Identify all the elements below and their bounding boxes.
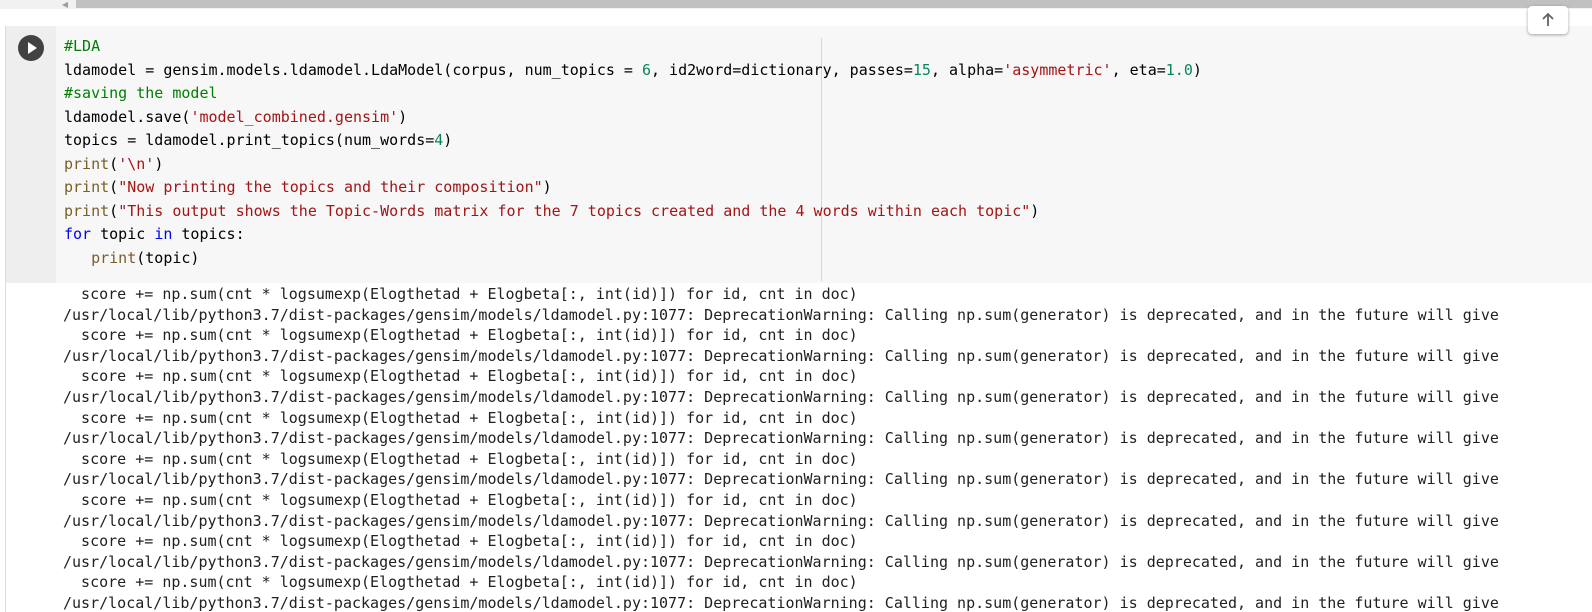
scrollbar-thumb[interactable] — [76, 0, 1592, 8]
cell-toolbar — [1528, 6, 1568, 34]
code-token: (topic) — [136, 248, 200, 267]
code-editor[interactable]: #LDA ldamodel = gensim.models.ldamodel.Ld… — [56, 26, 1592, 283]
code-line[interactable]: #saving the model — [64, 82, 1202, 106]
output-line: /usr/local/lib/python3.7/dist-packages/g… — [63, 552, 1499, 571]
output-line: score += np.sum(cnt * logsumexp(Elogthet… — [63, 490, 858, 509]
output-line: score += np.sum(cnt * logsumexp(Elogthet… — [63, 532, 858, 551]
code-content[interactable]: #LDA ldamodel = gensim.models.ldamodel.Ld… — [64, 35, 1202, 270]
code-line[interactable]: topics = ldamodel.print_topics(num_words… — [64, 129, 1202, 153]
horizontal-scrollbar[interactable]: ◀ — [0, 0, 1592, 9]
code-token: ) — [1030, 201, 1040, 220]
code-token: topic — [91, 225, 155, 243]
arrow-up-icon[interactable] — [1540, 12, 1556, 28]
code-line[interactable]: print("This output shows the Topic-Words… — [64, 200, 1202, 224]
output-line: score += np.sum(cnt * logsumexp(Elogthet… — [63, 326, 858, 345]
chevron-left-icon[interactable]: ◀ — [56, 0, 74, 9]
output-line: /usr/local/lib/python3.7/dist-packages/g… — [63, 387, 1499, 406]
output-line: score += np.sum(cnt * logsumexp(Elogthet… — [63, 408, 858, 427]
output-line: score += np.sum(cnt * logsumexp(Elogthet… — [63, 573, 858, 592]
code-token: ) — [398, 107, 408, 126]
code-line[interactable]: print(topic) — [64, 247, 1202, 271]
code-token: 4 — [434, 131, 444, 149]
code-token: ) — [542, 178, 552, 196]
notebook-page: ◀ #LDA ldamodel = gensim.models.ldamodel.… — [0, 0, 1592, 612]
output-line: score += np.sum(cnt * logsumexp(Elogthet… — [63, 285, 858, 303]
code-token: 'asymmetric' — [1003, 60, 1112, 79]
output-line: /usr/local/lib/python3.7/dist-packages/g… — [63, 429, 1499, 448]
code-token: "Now printing the topics and their compo… — [118, 178, 543, 196]
run-cell-button[interactable] — [18, 35, 44, 61]
output-text: score += np.sum(cnt * logsumexp(Elogthet… — [63, 284, 1499, 612]
output-line: /usr/local/lib/python3.7/dist-packages/g… — [63, 511, 1499, 530]
output-line: score += np.sum(cnt * logsumexp(Elogthet… — [63, 367, 858, 386]
code-line[interactable]: #LDA — [64, 35, 1202, 59]
code-token: 'model_combined.gensim' — [190, 107, 399, 126]
code-line[interactable]: ldamodel.save('model_combined.gensim') — [64, 106, 1202, 130]
code-cell[interactable]: #LDA ldamodel = gensim.models.ldamodel.Ld… — [5, 26, 1592, 612]
code-token: '\n' — [118, 154, 155, 173]
code-token: ) — [1192, 60, 1202, 79]
code-token: topics: — [172, 225, 245, 243]
code-token: 1.0 — [1165, 60, 1193, 79]
code-line[interactable]: print("Now printing the topics and their… — [64, 176, 1202, 200]
output-line: score += np.sum(cnt * logsumexp(Elogthet… — [63, 449, 858, 468]
code-token: print — [64, 154, 110, 173]
code-token: ) — [154, 154, 164, 173]
code-token: 6 — [641, 60, 651, 79]
cell-gutter — [6, 26, 56, 283]
output-line: /usr/local/lib/python3.7/dist-packages/g… — [63, 305, 1499, 324]
code-token: "This output shows the Topic-Words matri… — [118, 201, 1031, 220]
output-line: /usr/local/lib/python3.7/dist-packages/g… — [63, 470, 1499, 489]
code-token: print — [64, 201, 110, 220]
code-token: ) — [443, 131, 453, 149]
code-token: , eta= — [1111, 60, 1166, 79]
code-token: for — [64, 225, 92, 243]
code-token: topics = ldamodel.print_topics(num_words… — [64, 131, 435, 149]
code-token: , id2word=dictionary, passes= — [651, 60, 913, 79]
code-token: ldamodel.save( — [64, 107, 191, 126]
code-token: ( — [109, 201, 119, 220]
code-token: ( — [109, 178, 119, 196]
code-token: #saving the model — [64, 84, 218, 102]
code-line[interactable]: print('\n') — [64, 153, 1202, 177]
code-token: print — [91, 248, 137, 267]
cell-output: score += np.sum(cnt * logsumexp(Elogthet… — [56, 283, 1592, 612]
output-line: /usr/local/lib/python3.7/dist-packages/g… — [63, 346, 1499, 365]
code-line[interactable]: ldamodel = gensim.models.ldamodel.LdaMod… — [64, 59, 1202, 83]
code-token: ( — [109, 154, 119, 173]
code-token: ldamodel = gensim.models.ldamodel.LdaMod… — [64, 60, 642, 79]
code-token: print — [64, 178, 110, 196]
code-token: , alpha= — [930, 60, 1004, 79]
play-icon — [28, 42, 37, 54]
code-token: 15 — [912, 60, 931, 79]
code-line[interactable]: for topic in topics: — [64, 223, 1202, 247]
code-token: in — [154, 225, 173, 243]
output-line: /usr/local/lib/python3.7/dist-packages/g… — [63, 593, 1499, 612]
code-token: #LDA — [64, 37, 101, 55]
